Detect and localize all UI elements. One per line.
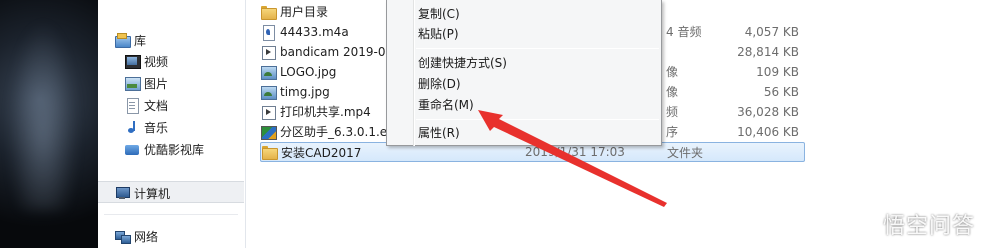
nav-item-label: 音乐 <box>144 120 169 135</box>
video-file-icon <box>260 44 276 60</box>
watermark-text: 悟空问答 <box>882 214 975 239</box>
nav-item-computer[interactable]: 计算机 <box>114 183 170 203</box>
folder-icon <box>260 4 277 20</box>
menu-separator <box>416 48 659 49</box>
file-date: 2019/1/31 17:03 <box>525 145 625 159</box>
file-size: 10,406 KB <box>737 124 799 139</box>
file-name: 打印机共享.mp4 <box>280 105 371 119</box>
nav-item-videos[interactable]: 视频 <box>124 51 168 71</box>
file-type: 像 <box>666 65 679 79</box>
watermark: 悟空问答 <box>847 208 975 240</box>
menu-item-properties[interactable]: 属性(R) <box>418 123 460 143</box>
nav-item-documents[interactable]: 文档 <box>124 95 168 115</box>
library-icon <box>114 32 131 48</box>
nav-item-label: 优酷影视库 <box>144 142 205 157</box>
top-item-icon <box>120 0 136 8</box>
file-type: 序 <box>666 125 679 139</box>
nav-item-label: 视频 <box>144 54 169 69</box>
nav-item-youku[interactable]: 优酷影视库 <box>124 139 204 159</box>
audio-file-icon <box>260 24 276 41</box>
file-type: 频 <box>666 105 679 119</box>
file-name: LOGO.jpg <box>280 64 337 79</box>
file-type: 像 <box>666 85 679 99</box>
computer-icon <box>114 185 130 201</box>
nav-item-label: 网络 <box>134 229 159 244</box>
navigation-pane: 库 视频 图片 文档 音乐 优酷影视库 计算机 网络 <box>98 0 246 248</box>
youku-library-icon <box>124 141 140 157</box>
file-name: 安装CAD2017 <box>281 145 362 160</box>
network-icon <box>114 228 131 244</box>
folder-icon <box>261 144 278 160</box>
file-name: timg.jpg <box>280 84 330 99</box>
wukong-logo-icon <box>849 211 875 235</box>
exe-file-icon <box>260 124 277 140</box>
nav-item-pictures[interactable]: 图片 <box>124 73 168 93</box>
nav-item-library[interactable]: 库 <box>114 30 146 50</box>
videos-icon <box>124 53 141 69</box>
menu-item-rename[interactable]: 重命名(M) <box>418 95 474 115</box>
nav-item-label: 文档 <box>144 98 169 113</box>
music-icon <box>124 119 140 135</box>
desktop-wallpaper <box>0 0 98 248</box>
file-size: 109 KB <box>756 64 799 79</box>
nav-item-network[interactable]: 网络 <box>114 226 158 246</box>
image-file-icon <box>260 64 277 80</box>
context-menu: 复制(C) 粘贴(P) 创建快捷方式(S) 删除(D) 重命名(M) 属性(R) <box>386 0 662 146</box>
file-name: 分区助手_6.3.0.1.ex <box>280 125 390 139</box>
video-file-icon <box>260 104 276 120</box>
menu-item-paste[interactable]: 粘贴(P) <box>418 24 459 44</box>
file-size: 36,028 KB <box>737 104 799 119</box>
file-type: 文件夹 <box>667 145 704 160</box>
menu-item-delete[interactable]: 删除(D) <box>418 74 461 94</box>
menu-item-copy[interactable]: 复制(C) <box>418 4 460 24</box>
file-size: 28,814 KB <box>737 44 799 59</box>
nav-item-label: 图片 <box>144 76 169 91</box>
file-size: 4,057 KB <box>744 24 799 39</box>
file-name: bandicam 2019-01 <box>280 44 390 59</box>
pictures-icon <box>124 75 141 91</box>
menu-item-create-shortcut[interactable]: 创建快捷方式(S) <box>418 53 507 73</box>
nav-item-label: 库 <box>134 33 147 48</box>
nav-item-top-partial[interactable] <box>120 0 140 10</box>
nav-item-label: 计算机 <box>134 186 171 201</box>
nav-separator <box>104 214 238 215</box>
documents-icon <box>124 97 140 114</box>
file-name: 用户目录 <box>280 5 329 19</box>
menu-separator <box>416 119 659 120</box>
file-name: 44433.m4a <box>280 24 349 39</box>
file-size: 56 KB <box>763 84 799 99</box>
image-file-icon <box>260 84 277 100</box>
nav-item-music[interactable]: 音乐 <box>124 117 168 137</box>
